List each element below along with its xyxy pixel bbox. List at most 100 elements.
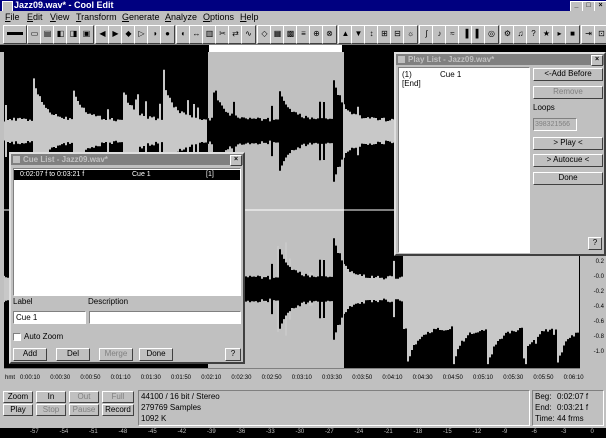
zoom-button[interactable]: Zoom xyxy=(3,391,33,403)
menu-item-generate[interactable]: Generate xyxy=(122,11,160,23)
level-meter-label: -39 xyxy=(207,429,216,435)
play-list-title-bar[interactable]: Play List - Jazz09.wav* × xyxy=(396,54,604,66)
toolbar: ▭ ▤ ◧ ◨ ▣ ◀ ▶ ◆ ▷ ◑ ● ◐ ↔ ▥ ✂ ⇄ ∿ ◇ ▦ ▩ ≡ ⊕ ⊗ ▲ ▼ ↕ ⊞ ⊟ ☼ ∫ ♪ ≈ ▐ ▌ ◎ ⚙ ♫? ★ ▸… xyxy=(0,23,606,45)
begin-label: Beg: xyxy=(535,392,552,401)
amplitude-label: -0.8 xyxy=(593,334,604,340)
cue-index: [1] xyxy=(206,171,214,178)
record-icon[interactable]: ● xyxy=(160,25,175,44)
auto-zoom-checkbox[interactable] xyxy=(13,333,21,341)
play-list-play-button[interactable]: > Play < xyxy=(533,137,603,150)
level-meter-label: -36 xyxy=(236,429,246,435)
time-tick-label: 0:02:30 xyxy=(231,375,252,381)
play-list-item-number: (1) xyxy=(402,70,412,79)
menu-item-edit[interactable]: Edit xyxy=(27,11,43,23)
close-file-icon[interactable]: ▣ xyxy=(79,25,94,44)
record-button[interactable] xyxy=(3,25,27,44)
menu-item-view[interactable]: View xyxy=(50,11,69,23)
menu-item-options[interactable]: Options xyxy=(203,11,234,23)
auto-zoom-label: Auto Zoom xyxy=(24,332,64,341)
remove-button[interactable]: Remove xyxy=(533,86,603,99)
samples-text: 279769 Samples xyxy=(141,403,202,412)
menu-item-file[interactable]: File xyxy=(5,11,20,23)
label-input[interactable]: Cue 1 xyxy=(13,311,86,324)
time-tick-label: 0:01:50 xyxy=(171,375,192,381)
menu-item-help[interactable]: Help xyxy=(240,11,259,23)
zoom-full-button[interactable]: Full xyxy=(102,391,134,403)
level-meter-label: -57 xyxy=(30,429,39,435)
add-before-button[interactable]: <-Add Before xyxy=(533,68,603,81)
level-meter-label: 0 xyxy=(590,429,594,435)
loops-input[interactable]: 398321566 xyxy=(533,118,577,131)
play-list-item[interactable]: [End] xyxy=(402,79,527,88)
time-ruler[interactable]: hmt0:00:100:00:200:00:300:00:400:00:500:… xyxy=(4,368,584,383)
square-icon[interactable]: ■ xyxy=(565,25,580,44)
size-text: 1092 K xyxy=(141,414,167,423)
pause-button[interactable]: Pause xyxy=(69,404,99,416)
zoom-in-button[interactable]: In xyxy=(36,391,66,403)
remove-icon[interactable]: ⊗ xyxy=(322,25,337,44)
level-meter-label: -42 xyxy=(177,429,187,435)
cue-delete-button[interactable]: Del xyxy=(56,348,90,361)
target-icon[interactable]: ◎ xyxy=(484,25,499,44)
level-meter-label: -9 xyxy=(502,429,508,435)
cue-done-button[interactable]: Done xyxy=(139,348,173,361)
time-tick-label: 0:05:30 xyxy=(503,375,524,381)
play-list-item-number: [End] xyxy=(402,79,421,88)
level-meter-label: -27 xyxy=(325,429,334,435)
format-text: 44100 / 16 bit / Stereo xyxy=(141,392,220,401)
status-panel: Zoom In Out Full Play Stop Pause Record … xyxy=(0,388,606,428)
cue-help-button[interactable]: ? xyxy=(225,348,241,361)
record-button[interactable]: Record xyxy=(102,404,134,416)
time-tick-label: 0:04:10 xyxy=(382,375,403,381)
time-tick-label: 0:03:30 xyxy=(322,375,343,381)
play-list-item[interactable]: (1) Cue 1 xyxy=(402,70,527,79)
level-meter-label: -18 xyxy=(413,429,423,435)
time-tick-label: 0:02:10 xyxy=(201,375,222,381)
level-meter-label: -51 xyxy=(89,429,98,435)
cue-list-title: Cue List - Jazz09.wav* xyxy=(23,155,108,164)
time-tick-label: 0:04:30 xyxy=(412,375,433,381)
time-row: Time: 44 frms xyxy=(535,413,603,424)
level-meter-label: -12 xyxy=(472,429,482,435)
selection-info-panel: Beg: 0:02:07 f End: 0:03:21 f Time: 44 f… xyxy=(532,390,604,426)
cue-list-title-bar[interactable]: Cue List - Jazz09.wav* × xyxy=(11,154,243,166)
begin-row: Beg: 0:02:07 f xyxy=(535,391,603,402)
cue-list-window: Cue List - Jazz09.wav* × 0:02:07 f to 0:… xyxy=(9,152,245,364)
play-list-help-button[interactable]: ? xyxy=(588,237,602,250)
file-info-panel: 44100 / 16 bit / Stereo 279769 Samples 1… xyxy=(138,390,530,426)
level-meter-label: -3 xyxy=(561,429,567,435)
time-tick-label: 0:05:50 xyxy=(533,375,554,381)
play-list-close-button[interactable]: × xyxy=(591,55,603,66)
menu-item-transform[interactable]: Transform xyxy=(76,11,117,23)
cue-name: Cue 1 xyxy=(132,171,151,178)
description-input[interactable] xyxy=(89,311,241,324)
time-tick-label: 0:00:10 xyxy=(20,375,41,381)
level-meter-label: -15 xyxy=(443,429,452,435)
level-meter-label: -54 xyxy=(59,429,69,435)
autocue-button[interactable]: > Autocue < xyxy=(533,154,603,167)
cue-add-button[interactable]: Add xyxy=(13,348,47,361)
wave-icon[interactable]: ∿ xyxy=(241,25,256,44)
time-tick-label: 0:00:30 xyxy=(50,375,71,381)
cue-list-box[interactable]: 0:02:07 f to 0:03:21 f Cue 1 [1] xyxy=(13,168,241,296)
brightness-icon[interactable]: ☼ xyxy=(403,25,418,44)
level-meter-label: -21 xyxy=(384,429,393,435)
play-list-box[interactable]: (1) Cue 1 [End] xyxy=(398,67,530,253)
zoom-out-button[interactable]: Out xyxy=(69,391,99,403)
time-tick-label: 0:01:10 xyxy=(110,375,131,381)
amplitude-label: -0.4 xyxy=(593,304,604,310)
cue-range: 0:02:07 f to 0:03:21 f xyxy=(20,171,85,178)
stop-button[interactable]: Stop xyxy=(36,404,66,416)
cue-merge-button[interactable]: Merge xyxy=(99,348,133,361)
menu-item-analyze[interactable]: Analyze xyxy=(165,11,197,23)
box-icon[interactable]: ⊡ xyxy=(594,25,606,44)
play-button[interactable]: Play xyxy=(3,404,33,416)
level-meter-label: -6 xyxy=(531,429,537,435)
overview-bar[interactable] xyxy=(0,45,606,52)
cue-list-row[interactable]: 0:02:07 f to 0:03:21 f Cue 1 [1] xyxy=(14,170,240,180)
play-list-done-button[interactable]: Done xyxy=(533,172,603,185)
time-tick-label: 0:03:10 xyxy=(291,375,312,381)
description-caption: Description xyxy=(88,297,129,306)
overview-view-range[interactable] xyxy=(209,45,343,52)
cue-list-close-button[interactable]: × xyxy=(230,155,242,166)
